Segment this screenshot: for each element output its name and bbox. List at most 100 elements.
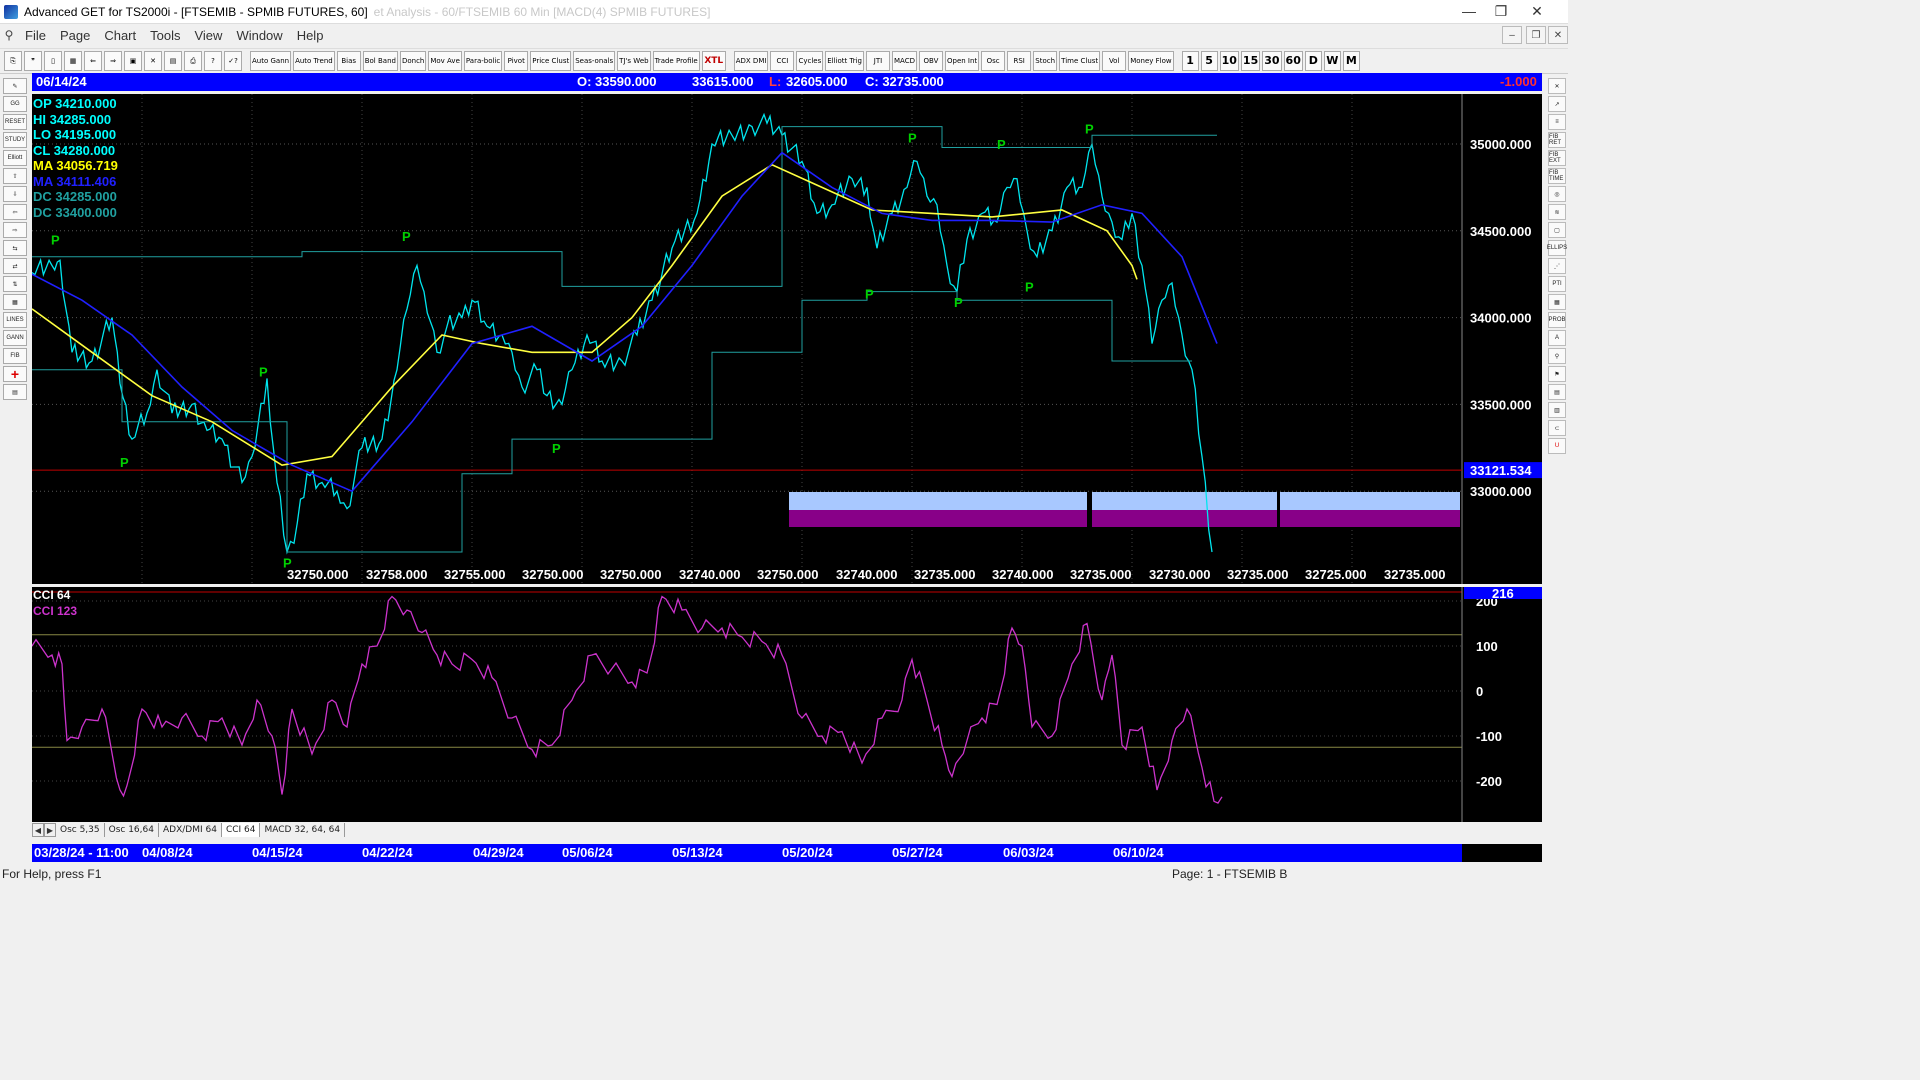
left-tool-button-11[interactable]: ⇅ xyxy=(3,276,27,292)
left-tool-button-10[interactable]: ⇄ xyxy=(3,258,27,274)
tab-adx-dmi-64[interactable]: ADX/DMI 64 xyxy=(159,823,222,837)
right-tool-button-8[interactable]: ▢ xyxy=(1548,222,1566,238)
tab-cci-64[interactable]: CCI 64 xyxy=(221,823,261,837)
cci-indicator-panel[interactable]: 200 100 0 -100 -200 216 CCI 64 CCI 123 xyxy=(32,587,1542,822)
study-button-seas-onals[interactable]: Seas-onals xyxy=(573,51,616,71)
file-tool-button-6[interactable]: ▣ xyxy=(124,51,142,71)
right-tool-button-14[interactable]: A xyxy=(1548,330,1566,346)
osc-button-time-clust[interactable]: Time Clust xyxy=(1059,51,1101,71)
menu-page[interactable]: Page xyxy=(53,28,97,43)
osc-button-cci[interactable]: CCI xyxy=(770,51,795,71)
interval-button-15[interactable]: 15 xyxy=(1240,51,1261,71)
study-button-tj-s-web[interactable]: TJ's Web xyxy=(617,51,651,71)
right-tool-button-11[interactable]: PTI xyxy=(1548,276,1566,292)
study-button-xtl[interactable]: XTL xyxy=(701,51,726,71)
file-tool-button-10[interactable]: ? xyxy=(204,51,222,71)
file-tool-button-1[interactable]: ❞ xyxy=(24,51,42,71)
study-button-para-bolic[interactable]: Para-bolic xyxy=(463,51,503,71)
right-tool-button-12[interactable]: ▦ xyxy=(1548,294,1566,310)
study-button-price-clust[interactable]: Price Clust xyxy=(530,51,572,71)
left-tool-button-12[interactable]: ▦ xyxy=(3,294,27,310)
right-tool-button-4[interactable]: FIB EXT xyxy=(1548,150,1566,166)
osc-button-adx-dmi[interactable]: ADX DMI xyxy=(733,51,769,71)
interval-button-d[interactable]: D xyxy=(1304,51,1322,71)
right-tool-button-15[interactable]: ⚲ xyxy=(1548,348,1566,364)
study-button-donch[interactable]: Donch xyxy=(399,51,427,71)
mdi-minimize-button[interactable]: – xyxy=(1502,26,1522,44)
menu-view[interactable]: View xyxy=(187,28,229,43)
interval-button-5[interactable]: 5 xyxy=(1200,51,1218,71)
osc-button-jti[interactable]: JTI xyxy=(866,51,890,71)
app-menu-icon[interactable]: ⚲ xyxy=(0,28,18,42)
right-tool-button-19[interactable]: ⊂ xyxy=(1548,420,1566,436)
osc-button-rsi[interactable]: RSI xyxy=(1007,51,1032,71)
menu-chart[interactable]: Chart xyxy=(97,28,143,43)
osc-button-macd[interactable]: MACD xyxy=(892,51,917,71)
left-tool-button-7[interactable]: ⇦ xyxy=(3,204,27,220)
osc-button-elliott-trig[interactable]: Elliott Trig xyxy=(825,51,864,71)
study-button-trade-profile[interactable]: Trade Profile xyxy=(652,51,700,71)
file-tool-button-4[interactable]: ⇐ xyxy=(84,51,102,71)
tab-scroll-right-icon[interactable]: ▶ xyxy=(44,823,56,837)
right-tool-button-1[interactable]: ↗ xyxy=(1548,96,1566,112)
menu-window[interactable]: Window xyxy=(229,28,289,43)
left-tool-button-3[interactable]: STUDY xyxy=(3,132,27,148)
file-tool-button-8[interactable]: ▤ xyxy=(164,51,182,71)
left-tool-button-14[interactable]: GANN xyxy=(3,330,27,346)
left-tool-button-17[interactable]: ▤ xyxy=(3,384,27,400)
restore-button[interactable]: ❐ xyxy=(1484,0,1518,22)
file-tool-button-0[interactable]: ⎘ xyxy=(4,51,22,71)
date-axis-scroll-area[interactable] xyxy=(1462,844,1542,862)
file-tool-button-3[interactable]: ▦ xyxy=(64,51,82,71)
left-tool-button-1[interactable]: GG xyxy=(3,96,27,112)
interval-button-m[interactable]: M xyxy=(1342,51,1360,71)
tab-osc-16-64[interactable]: Osc 16,64 xyxy=(105,823,159,837)
osc-button-money-flow[interactable]: Money Flow xyxy=(1128,51,1174,71)
interval-button-30[interactable]: 30 xyxy=(1262,51,1282,71)
osc-button-open-int[interactable]: Open Int xyxy=(944,51,980,71)
osc-button-osc[interactable]: Osc xyxy=(981,51,1006,71)
right-tool-button-20[interactable]: U xyxy=(1548,438,1566,454)
osc-button-obv[interactable]: OBV xyxy=(918,51,943,71)
right-tool-button-16[interactable]: ⚑ xyxy=(1548,366,1566,382)
close-button[interactable]: ✕ xyxy=(1520,0,1554,22)
right-tool-button-10[interactable]: ⋰ xyxy=(1548,258,1566,274)
osc-button-cycles[interactable]: Cycles xyxy=(796,51,824,71)
right-tool-button-6[interactable]: ◎ xyxy=(1548,186,1566,202)
interval-button-60[interactable]: 60 xyxy=(1283,51,1303,71)
tab-scroll-left-icon[interactable]: ◀ xyxy=(32,823,44,837)
right-tool-button-5[interactable]: FIB TIME xyxy=(1548,168,1566,184)
mdi-restore-button[interactable]: ❐ xyxy=(1526,26,1546,44)
right-tool-button-3[interactable]: FIB RET xyxy=(1548,132,1566,148)
right-tool-button-13[interactable]: PROB xyxy=(1548,312,1566,328)
file-tool-button-9[interactable]: ⎙ xyxy=(184,51,202,71)
interval-button-10[interactable]: 10 xyxy=(1219,51,1239,71)
left-tool-button-4[interactable]: Elliott xyxy=(3,150,27,166)
left-tool-button-0[interactable]: ✎ xyxy=(3,78,27,94)
interval-button-w[interactable]: W xyxy=(1323,51,1341,71)
study-button-auto-trend[interactable]: Auto Trend xyxy=(293,51,335,71)
menu-help[interactable]: Help xyxy=(290,28,331,43)
right-tool-button-0[interactable]: ✕ xyxy=(1548,78,1566,94)
minimize-button[interactable]: — xyxy=(1452,0,1486,22)
study-button-bias[interactable]: Bias xyxy=(336,51,361,71)
right-tool-button-7[interactable]: ≋ xyxy=(1548,204,1566,220)
right-tool-button-17[interactable]: ▤ xyxy=(1548,384,1566,400)
price-chart-panel[interactable]: 35000.000 34500.000 34000.000 33500.000 3300… xyxy=(32,94,1542,584)
tab-osc-5-35[interactable]: Osc 5,35 xyxy=(56,823,105,837)
right-tool-button-9[interactable]: ELLIPS xyxy=(1547,240,1567,256)
file-tool-button-5[interactable]: ⇒ xyxy=(104,51,122,71)
left-tool-button-2[interactable]: RESET xyxy=(3,114,27,130)
study-button-bol-band[interactable]: Bol Band xyxy=(362,51,398,71)
left-tool-button-5[interactable]: ⇧ xyxy=(3,168,27,184)
mdi-close-button[interactable]: ✕ xyxy=(1548,26,1568,44)
menu-tools[interactable]: Tools xyxy=(143,28,187,43)
file-tool-button-11[interactable]: ✓? xyxy=(224,51,242,71)
right-tool-button-2[interactable]: ≡ xyxy=(1548,114,1566,130)
right-tool-button-18[interactable]: ▥ xyxy=(1548,402,1566,418)
interval-button-1[interactable]: 1 xyxy=(1181,51,1199,71)
menu-file[interactable]: File xyxy=(18,28,53,43)
left-tool-button-15[interactable]: FIB xyxy=(3,348,27,364)
study-button-pivot[interactable]: Pivot xyxy=(504,51,529,71)
study-button-auto-gann[interactable]: Auto Gann xyxy=(250,51,292,71)
